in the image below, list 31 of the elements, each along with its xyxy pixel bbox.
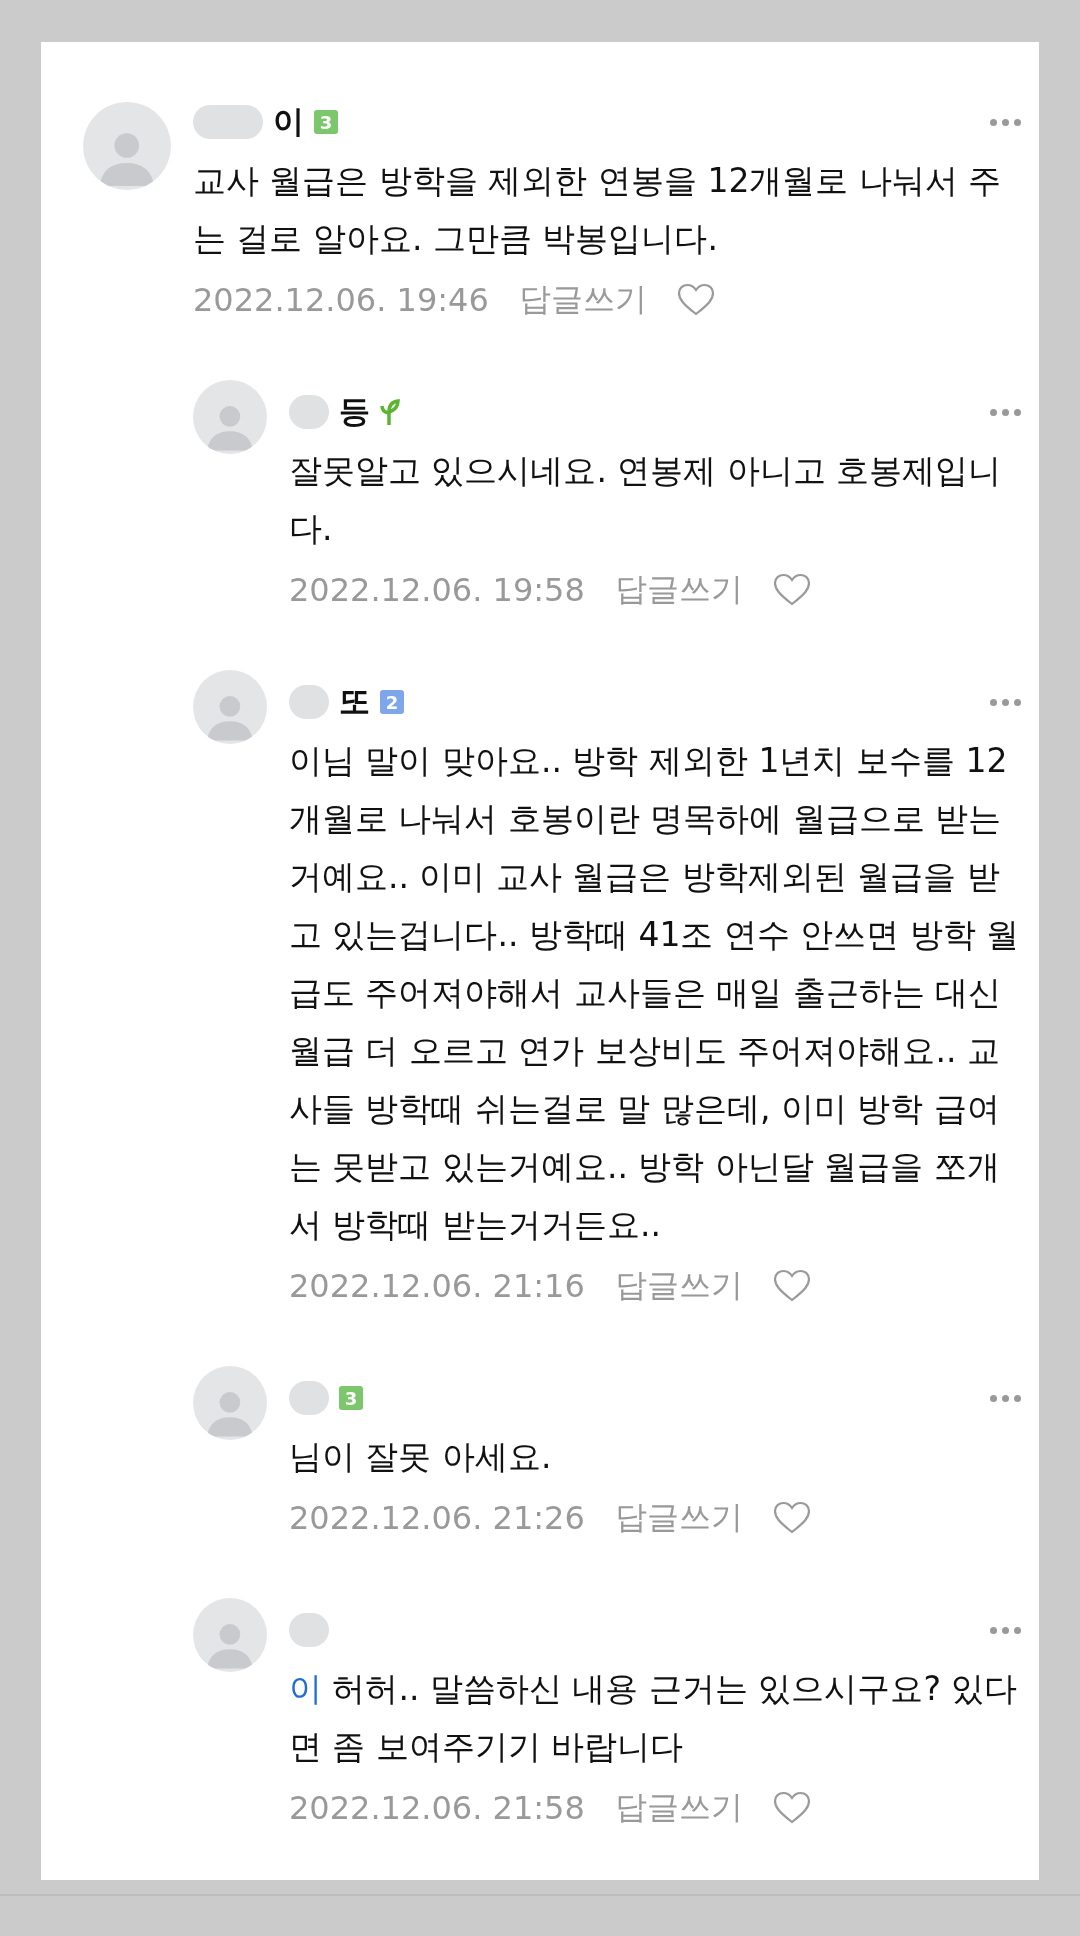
- heart-icon[interactable]: [772, 1791, 811, 1825]
- user-name[interactable]: 등: [339, 391, 370, 433]
- reply-button[interactable]: 답글쓰기: [614, 1264, 743, 1308]
- user-name[interactable]: 또: [339, 681, 370, 723]
- level-badge: 2: [380, 690, 404, 714]
- reply-button[interactable]: 답글쓰기: [518, 278, 647, 322]
- heart-icon[interactable]: [772, 1269, 811, 1303]
- comment-time: 2022.12.06. 21:16: [289, 1267, 585, 1305]
- redaction-mark: [193, 105, 263, 139]
- reply-button[interactable]: 답글쓰기: [614, 1786, 743, 1830]
- comment-text: 교사 월급은 방학을 제외한 연봉을 12개월로 나눠서 주는 걸로 알아요. 그만큼 박봉입니다.: [193, 160, 1003, 260]
- comment-text: 이 허허.. 말씀하신 내용 근거는 있으시구요? 있다면 좀 보여주기기 바랍니다: [289, 1668, 1019, 1768]
- user-name[interactable]: 이: [273, 101, 304, 143]
- level-badge: 3: [339, 1386, 363, 1410]
- redaction-mark: [289, 395, 329, 429]
- heart-icon[interactable]: [772, 1501, 811, 1535]
- comment-time: 2022.12.06. 21:58: [289, 1789, 585, 1827]
- level-badge: 3: [314, 110, 338, 134]
- heart-icon[interactable]: [772, 573, 811, 607]
- reply-button[interactable]: 답글쓰기: [614, 568, 743, 612]
- heart-icon[interactable]: [676, 283, 715, 317]
- comment-time: 2022.12.06. 21:26: [289, 1499, 585, 1537]
- comment-time: 2022.12.06. 19:58: [289, 571, 585, 609]
- redaction-mark: [289, 1381, 329, 1415]
- reply-button[interactable]: 답글쓰기: [614, 1496, 743, 1540]
- comment-text: 님이 잘못 아세요.: [289, 1436, 553, 1478]
- redaction-mark: [289, 685, 329, 719]
- comment-text: 잘못알고 있으시네요. 연봉제 아니고 호봉제입니다.: [289, 450, 1003, 550]
- redaction-mark: [289, 1613, 329, 1647]
- comment-text: 이님 말이 맞아요.. 방학 제외한 1년치 보수를 12개월로 나눠서 호봉이란 명목하에 월급으로 받는거예요.. 이미 교사 월급은 방학제외된 월급을 받고 있는겁니다.. 방학때 41조 연수 안쓰면 방학 월급도 주어져야해서 교사들은 매일 출근하는 대신 월급 더 오르고 연가 보상비도 주어져야해요.. 교사들 방학때 쉬는걸로 말 많은데, 이미 방학 급여는 못받고 있는거예요.. 방학 아닌달 월급을 쪼개서 방학때 받는거거든요..: [289, 740, 1021, 1246]
- comment-time: 2022.12.06. 19:46: [193, 281, 489, 319]
